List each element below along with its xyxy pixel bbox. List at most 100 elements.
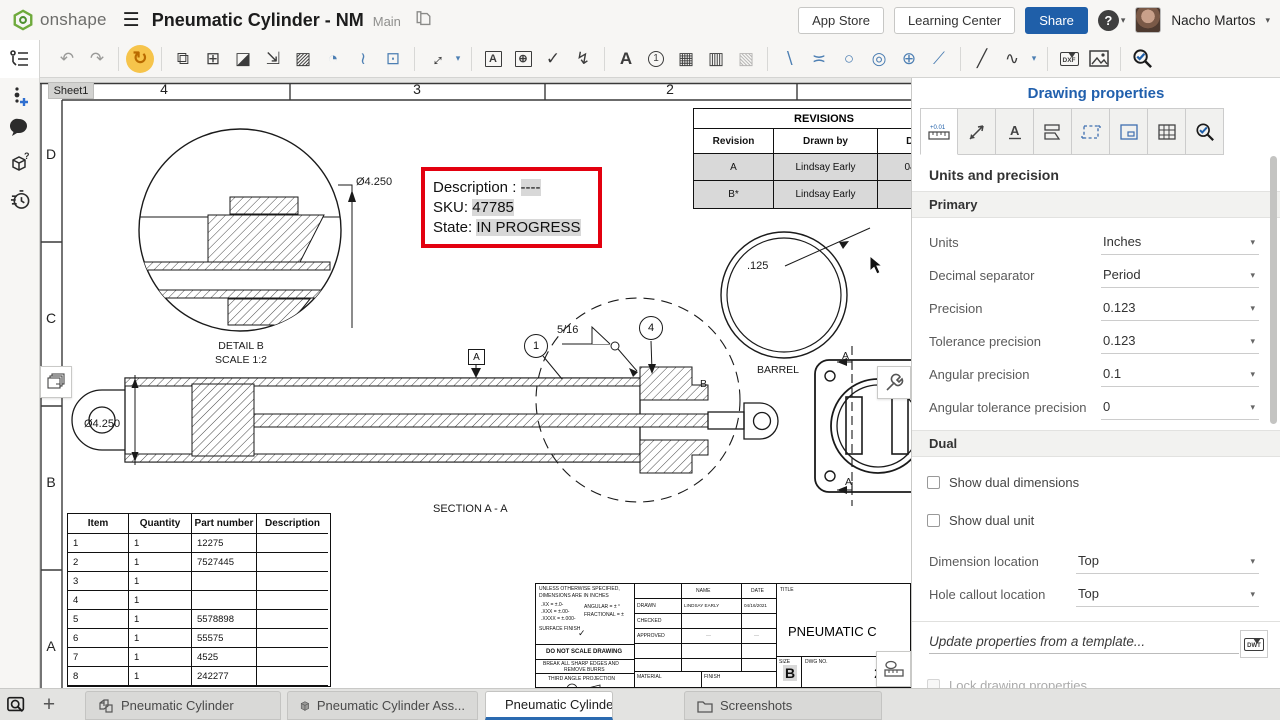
panel-scrollbar[interactable] — [1270, 156, 1277, 686]
help-menu[interactable]: ? ▾ — [1098, 10, 1126, 31]
update-from-template-link[interactable]: Update properties from a template... — [929, 634, 1239, 654]
update-drawing-button[interactable]: ↻ — [125, 45, 155, 73]
user-name[interactable]: Nacho Martos — [1171, 13, 1255, 28]
hole-callout-location-dropdown[interactable]: Top ▾ — [1076, 582, 1259, 607]
show-dual-unit-row[interactable]: Show dual unit — [912, 501, 1280, 539]
tab-annotations[interactable] — [1072, 108, 1110, 155]
revisions-table[interactable]: REVISIONS Revision Drawn by Date A Linds… — [693, 108, 911, 212]
template-file-button[interactable]: DWT — [1240, 630, 1268, 658]
add-tab-button[interactable]: + — [36, 692, 62, 718]
decimal-separator-dropdown[interactable]: Period ▾ — [1101, 263, 1259, 288]
dimension-barrel-thickness[interactable]: .125 — [747, 260, 768, 272]
note-icon: A — [485, 51, 502, 67]
break-view-button[interactable]: ≀ — [348, 45, 378, 73]
main-menu-icon[interactable]: ☰ — [123, 9, 140, 32]
tab-views[interactable] — [1034, 108, 1072, 155]
insert-view-button[interactable]: ⧉ — [168, 45, 198, 73]
geometric-tolerance-button[interactable]: ⊕ — [508, 45, 538, 73]
share-button[interactable]: Share — [1025, 7, 1088, 34]
history-button[interactable] — [0, 184, 40, 214]
measure-button[interactable] — [876, 651, 911, 687]
centerline-two-lines-button[interactable]: ≍ — [804, 45, 834, 73]
tab-drawing-active[interactable]: Pneumatic Cylinder — [485, 691, 613, 720]
tolerance-precision-dropdown[interactable]: 0.123 ▾ — [1101, 329, 1259, 354]
sheets-overlay-button[interactable] — [40, 366, 72, 398]
dimension-diameter-left[interactable]: Ø4.250 — [84, 418, 120, 430]
learning-center-button[interactable]: Learning Center — [894, 7, 1015, 34]
inspection-mode-button[interactable] — [1127, 45, 1157, 73]
auxiliary-view-button[interactable]: ⇲ — [258, 45, 288, 73]
export-dxf-button[interactable]: DXF — [1054, 45, 1084, 73]
versions-button[interactable] — [0, 82, 40, 112]
angular-precision-dropdown[interactable]: 0.1 ▾ — [1101, 362, 1259, 387]
tab-sheet[interactable] — [1110, 108, 1148, 155]
workspace-label[interactable]: Main — [373, 14, 401, 29]
show-dual-unit-checkbox[interactable] — [927, 514, 940, 527]
dimension-diameter-top[interactable]: Ø4.250 — [356, 176, 392, 188]
section-view-button[interactable]: ◪ — [228, 45, 258, 73]
broken-out-section-button[interactable]: ◔ — [318, 45, 348, 73]
tab-text[interactable]: A — [996, 108, 1034, 155]
comments-button[interactable] — [0, 112, 40, 142]
callout-button[interactable]: 1 — [641, 45, 671, 73]
weld-symbol-button[interactable]: ↯ — [568, 45, 598, 73]
datum-a-marker[interactable]: A — [468, 349, 485, 365]
spline-button[interactable]: ∿ — [997, 45, 1027, 73]
units-dropdown[interactable]: Inches ▾ — [1101, 230, 1259, 255]
undo-button[interactable]: ↶ — [52, 45, 82, 73]
dimension-location-dropdown[interactable]: Top ▾ — [1076, 549, 1259, 574]
circle-center-mark-button[interactable]: ◎ — [864, 45, 894, 73]
dimension-button[interactable]: ↔ — [421, 45, 451, 73]
sketch-line-button[interactable]: ╱ — [967, 45, 997, 73]
tab-part-studio[interactable]: Pneumatic Cylinder — [85, 691, 281, 720]
user-avatar[interactable] — [1135, 7, 1161, 33]
sheet-tab[interactable]: Sheet1 — [48, 82, 94, 99]
detail-view-button[interactable]: ▨ — [288, 45, 318, 73]
drawing-canvas[interactable]: Sheet1 4 3 2 D C B A DETAIL B SCALE 1:2 … — [40, 78, 911, 688]
tab-assembly[interactable]: Pneumatic Cylinder Ass... — [287, 691, 478, 720]
crop-view-button[interactable]: ⊡ — [378, 45, 408, 73]
sheets-panel-toggle[interactable] — [0, 40, 40, 78]
view-tools-button[interactable] — [877, 366, 911, 399]
detail-view-label[interactable]: DETAIL B — [205, 340, 277, 352]
weld-size-label[interactable]: 5/16 — [557, 324, 578, 336]
barrel-view-label[interactable]: BARREL — [757, 364, 799, 376]
user-menu-caret-icon[interactable]: ▾ — [1265, 15, 1270, 26]
tab-units-precision[interactable]: +0.01 — [920, 108, 958, 155]
table-button[interactable]: ▦ — [671, 45, 701, 73]
dimension-menu-caret[interactable]: ▾ — [451, 45, 465, 73]
center-mark-group-button[interactable]: ○ — [834, 45, 864, 73]
insert-image-button[interactable] — [1084, 45, 1114, 73]
redo-button[interactable]: ↷ — [82, 45, 112, 73]
panel-scrollbar-thumb[interactable] — [1270, 156, 1277, 424]
show-dual-dimensions-checkbox[interactable] — [927, 476, 940, 489]
center-mark-button[interactable]: ⊕ — [894, 45, 924, 73]
spline-menu-caret[interactable]: ▾ — [1027, 45, 1041, 73]
copy-document-icon[interactable] — [415, 10, 432, 33]
release-note-annotation[interactable]: Description : ---- SKU: 47785 State: IN … — [421, 167, 602, 248]
where-used-button[interactable]: ? — [0, 148, 40, 178]
balloon-1[interactable]: 1 — [524, 334, 548, 358]
app-store-button[interactable]: App Store — [798, 7, 884, 34]
title-block[interactable]: UNLESS OTHERWISE SPECIFIED, DIMENSIONS A… — [535, 583, 911, 688]
tab-tables[interactable] — [1148, 108, 1186, 155]
balloon-4[interactable]: 4 — [639, 316, 663, 340]
bom-table[interactable]: Item Quantity Part number Description 11… — [67, 513, 331, 687]
tangent-line-button[interactable]: ⟋ — [924, 45, 954, 73]
surface-finish-button[interactable]: ✓ — [538, 45, 568, 73]
centerline-button[interactable]: ∖ — [774, 45, 804, 73]
projected-view-button[interactable]: ⊞ — [198, 45, 228, 73]
note-sku-value: 47785 — [472, 199, 514, 216]
section-view-label[interactable]: SECTION A - A — [433, 503, 508, 515]
onshape-logo[interactable]: onshape — [12, 9, 107, 31]
precision-dropdown[interactable]: 0.123 ▾ — [1101, 296, 1259, 321]
tab-dimensions[interactable] — [958, 108, 996, 155]
note-button[interactable]: A — [478, 45, 508, 73]
tab-screenshots-folder[interactable]: Screenshots — [684, 691, 882, 720]
angular-tolerance-precision-dropdown[interactable]: 0 ▾ — [1101, 395, 1259, 420]
bom-table-button[interactable]: ▥ — [701, 45, 731, 73]
show-dual-dimensions-row[interactable]: Show dual dimensions — [912, 463, 1280, 501]
tab-inspection[interactable] — [1186, 108, 1224, 155]
text-button[interactable]: A — [611, 45, 641, 73]
tab-search-button[interactable] — [0, 689, 34, 720]
